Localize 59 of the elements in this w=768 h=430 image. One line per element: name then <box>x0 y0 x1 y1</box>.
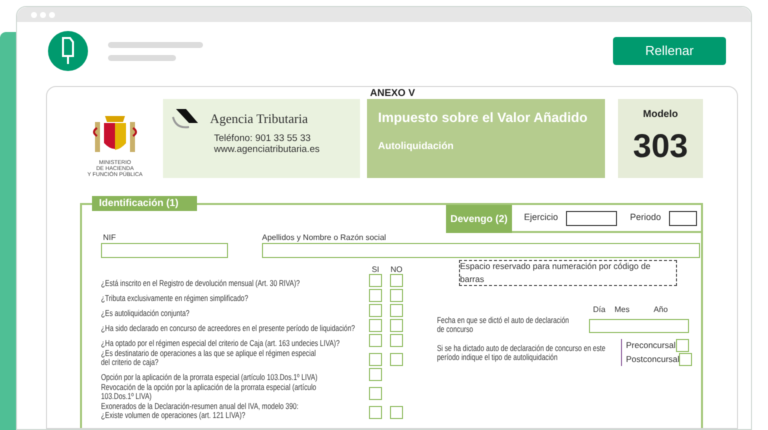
question-text: ¿Ha optado por el régimen especial del criterio de Caja (art. 163 undecies LIVA)? <box>101 338 341 347</box>
section-title: Identificación (1) <box>92 196 197 211</box>
date-field[interactable] <box>589 319 689 333</box>
checkbox[interactable] <box>369 319 382 332</box>
checkbox[interactable] <box>369 387 382 400</box>
option-label: Postconcursal <box>626 353 680 366</box>
checkbox[interactable] <box>369 304 382 317</box>
nif-label: NIF <box>103 234 117 242</box>
popsicle-icon <box>48 31 88 71</box>
annex-title: ANEXO V <box>370 88 416 99</box>
fill-button[interactable]: Rellenar <box>613 37 726 65</box>
ejercicio-label: Ejercicio <box>524 211 558 224</box>
name-field[interactable] <box>262 243 700 258</box>
phone-number: Teléfono: 901 33 55 33 <box>214 133 312 144</box>
question-text: ¿Es destinatario de operaciones a las que se aplique el régimen especial del criterio de caja? <box>101 349 317 366</box>
model-number: 303 <box>632 128 688 164</box>
tax-title: Impuesto sobre el Valor Añadido <box>378 110 589 126</box>
ejercicio-field[interactable] <box>566 210 618 226</box>
checkbox[interactable] <box>679 353 692 366</box>
nif-field[interactable] <box>101 243 228 258</box>
checkbox[interactable] <box>390 304 403 317</box>
no-column-label: NO <box>390 265 403 274</box>
date-column-label: Año <box>654 305 668 314</box>
checkbox[interactable] <box>390 274 403 287</box>
website-address: www.agenciatributaria.es <box>214 144 321 155</box>
agency-logo-icon <box>172 109 200 129</box>
type-label: Si se ha dictado auto de declaración de concurso en este período indique el tipo de autoliquidación <box>437 344 606 361</box>
question-text: Revocación de la opción por la aplicación de la prorrata especial (artículo 103.Dos.1º LIVA) <box>101 383 318 400</box>
checkbox[interactable] <box>390 319 403 332</box>
question-text: ¿Ha sido declarado en concurso de acreedores en el presente período de liquidación? <box>101 324 356 332</box>
checkbox[interactable] <box>390 406 403 419</box>
model-label: Modelo <box>643 108 678 122</box>
question-text: ¿Es autoliquidación conjunta? <box>101 308 190 317</box>
checkbox[interactable] <box>369 274 382 287</box>
checkbox[interactable] <box>369 406 382 419</box>
option-label: Preconcursal <box>626 339 676 352</box>
question-text: ¿Tributa exclusivamente en régimen simplificado? <box>101 294 250 302</box>
checkbox[interactable] <box>390 289 403 302</box>
periodo-field[interactable] <box>669 210 698 226</box>
checkbox[interactable] <box>369 289 382 302</box>
date-label: Fecha en que se dictó el auto de declaración de concurso <box>437 316 570 333</box>
barcode-area: Espacio reservado para numeración por código de barras <box>459 260 677 286</box>
question-text: Exonerados de la Declaración-resumen anual del IVA, modelo 390: ¿Existe volumen de operaciones (art. 121 LIVA)? <box>101 402 300 419</box>
date-column-label: Mes <box>614 305 630 314</box>
date-column-label: Día <box>593 305 606 314</box>
checkbox[interactable] <box>369 368 382 381</box>
agency-name: Agencia Tributaria <box>210 110 308 128</box>
devengo-label: Devengo (2) <box>446 205 512 233</box>
question-text: ¿Está inscrito en el Registro de devolución mensual (Art. 30 RIVA)? <box>101 278 301 287</box>
si-column-label: SI <box>370 265 380 274</box>
checkbox[interactable] <box>390 353 403 366</box>
name-label: Apellidos y Nombre o Razón social <box>262 234 388 242</box>
checkbox[interactable] <box>369 334 382 347</box>
checkbox[interactable] <box>390 334 403 347</box>
question-text: Opción por la aplicación de la prorrata especial (artículo 103.Dos.1º LIVA) <box>101 372 318 381</box>
periodo-label: Periodo <box>630 211 662 224</box>
checkbox[interactable] <box>676 339 689 352</box>
checkbox[interactable] <box>369 353 382 366</box>
tax-subtitle: Autoliquidación <box>378 140 455 154</box>
